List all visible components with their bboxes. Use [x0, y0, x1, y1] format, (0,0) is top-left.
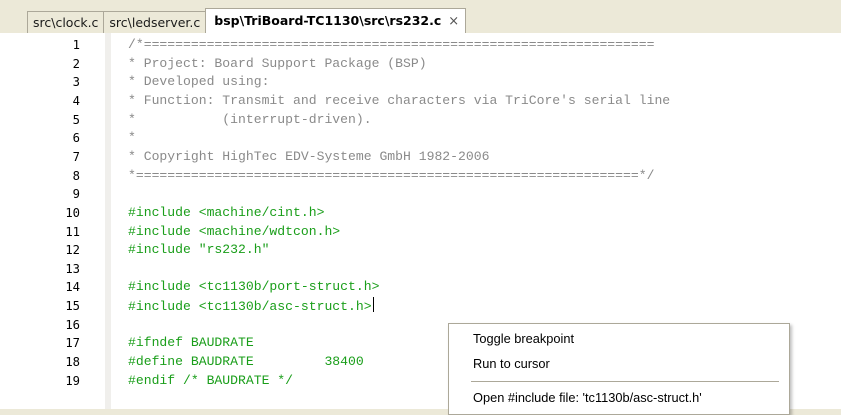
line-number[interactable]: 4	[0, 92, 80, 110]
code-line[interactable]: /*======================================…	[128, 36, 828, 54]
line-number[interactable]: 6	[0, 129, 80, 147]
line-number[interactable]: 19	[0, 372, 80, 390]
tab-label: src\clock.c	[33, 15, 99, 30]
code-text: * Developed using:	[128, 74, 270, 90]
context-menu: Toggle breakpoint Run to cursor Open #in…	[448, 323, 790, 415]
menu-item-open-include-file[interactable]: Open #include file: 'tc1130b/asc-struct.…	[473, 388, 702, 408]
code-text: * Project: Board Support Package (BSP)	[128, 55, 427, 71]
tab-rs232-c[interactable]: bsp\TriBoard-TC1130\src\rs232.c ×	[205, 8, 467, 33]
editor-tab-bar: src\clock.c src\ledserver.c bsp\TriBoard…	[0, 0, 841, 34]
code-line[interactable]	[128, 260, 828, 278]
code-text: #include <tc1130b/port-struct.h>	[128, 279, 380, 295]
code-line[interactable]: * Function: Transmit and receive charact…	[128, 92, 828, 110]
code-text: /*======================================…	[128, 37, 655, 52]
code-line[interactable]: * Copyright HighTec EDV-Systeme GmbH 198…	[128, 148, 828, 166]
code-line[interactable]: * Developed using:	[128, 73, 828, 91]
menu-item-run-to-cursor[interactable]: Run to cursor	[473, 354, 550, 374]
code-line[interactable]: #include <tc1130b/port-struct.h>	[128, 278, 828, 296]
code-line[interactable]: #include "rs232.h"	[128, 241, 828, 259]
line-number[interactable]: 5	[0, 111, 80, 129]
line-number[interactable]: 11	[0, 223, 80, 241]
code-line[interactable]: * Project: Board Support Package (BSP)	[128, 55, 828, 73]
menu-separator	[471, 381, 779, 382]
code-text: #include <machine/cint.h>	[128, 204, 325, 220]
line-number[interactable]: 16	[0, 316, 80, 334]
line-number[interactable]: 3	[0, 73, 80, 91]
line-number[interactable]: 17	[0, 334, 80, 352]
line-number[interactable]: 13	[0, 260, 80, 278]
line-number[interactable]: 12	[0, 241, 80, 259]
code-text: *	[128, 130, 136, 146]
code-line[interactable]: *	[128, 129, 828, 147]
code-line[interactable]: * (interrupt-driven).	[128, 111, 828, 129]
line-number[interactable]: 14	[0, 278, 80, 296]
gutter-divider	[105, 33, 111, 409]
code-text: * Copyright HighTec EDV-Systeme GmbH 198…	[128, 148, 490, 164]
line-number[interactable]: 7	[0, 148, 80, 166]
menu-item-toggle-breakpoint[interactable]: Toggle breakpoint	[473, 329, 574, 349]
code-text: #ifndef BAUDRATE	[128, 335, 254, 351]
line-number[interactable]: 1	[0, 36, 80, 54]
code-text: #endif /* BAUDRATE */	[128, 372, 294, 388]
tab-clock-c[interactable]: src\clock.c	[27, 11, 105, 33]
text-cursor	[372, 297, 374, 313]
code-text: *=======================================…	[128, 167, 655, 183]
code-line[interactable]: #include <tc1130b/asc-struct.h>	[128, 297, 828, 315]
line-number[interactable]: 8	[0, 167, 80, 185]
code-line[interactable]: *=======================================…	[128, 167, 828, 185]
line-number[interactable]: 2	[0, 55, 80, 73]
code-line[interactable]: #include <machine/cint.h>	[128, 204, 828, 222]
tab-label: src\ledserver.c	[109, 15, 201, 30]
code-text: #include "rs232.h"	[128, 242, 270, 258]
close-tab-icon[interactable]: ×	[448, 14, 459, 29]
code-line[interactable]	[128, 185, 828, 203]
code-text: #include <tc1130b/asc-struct.h>	[128, 299, 372, 315]
code-line[interactable]: #include <machine/wdtcon.h>	[128, 223, 828, 241]
tab-ledserver-c[interactable]: src\ledserver.c	[103, 11, 207, 33]
tab-list: src\clock.c src\ledserver.c bsp\TriBoard…	[27, 8, 467, 33]
line-number[interactable]: 15	[0, 297, 80, 315]
code-text: #define BAUDRATE 38400	[128, 354, 364, 370]
tab-label: bsp\TriBoard-TC1130\src\rs232.c	[214, 13, 442, 28]
line-number[interactable]: 10	[0, 204, 80, 222]
code-text: * (interrupt-driven).	[128, 111, 372, 127]
line-number[interactable]: 18	[0, 353, 80, 371]
code-text: * Function: Transmit and receive charact…	[128, 92, 671, 108]
line-number[interactable]: 9	[0, 185, 80, 203]
code-text: #include <machine/wdtcon.h>	[128, 223, 341, 239]
